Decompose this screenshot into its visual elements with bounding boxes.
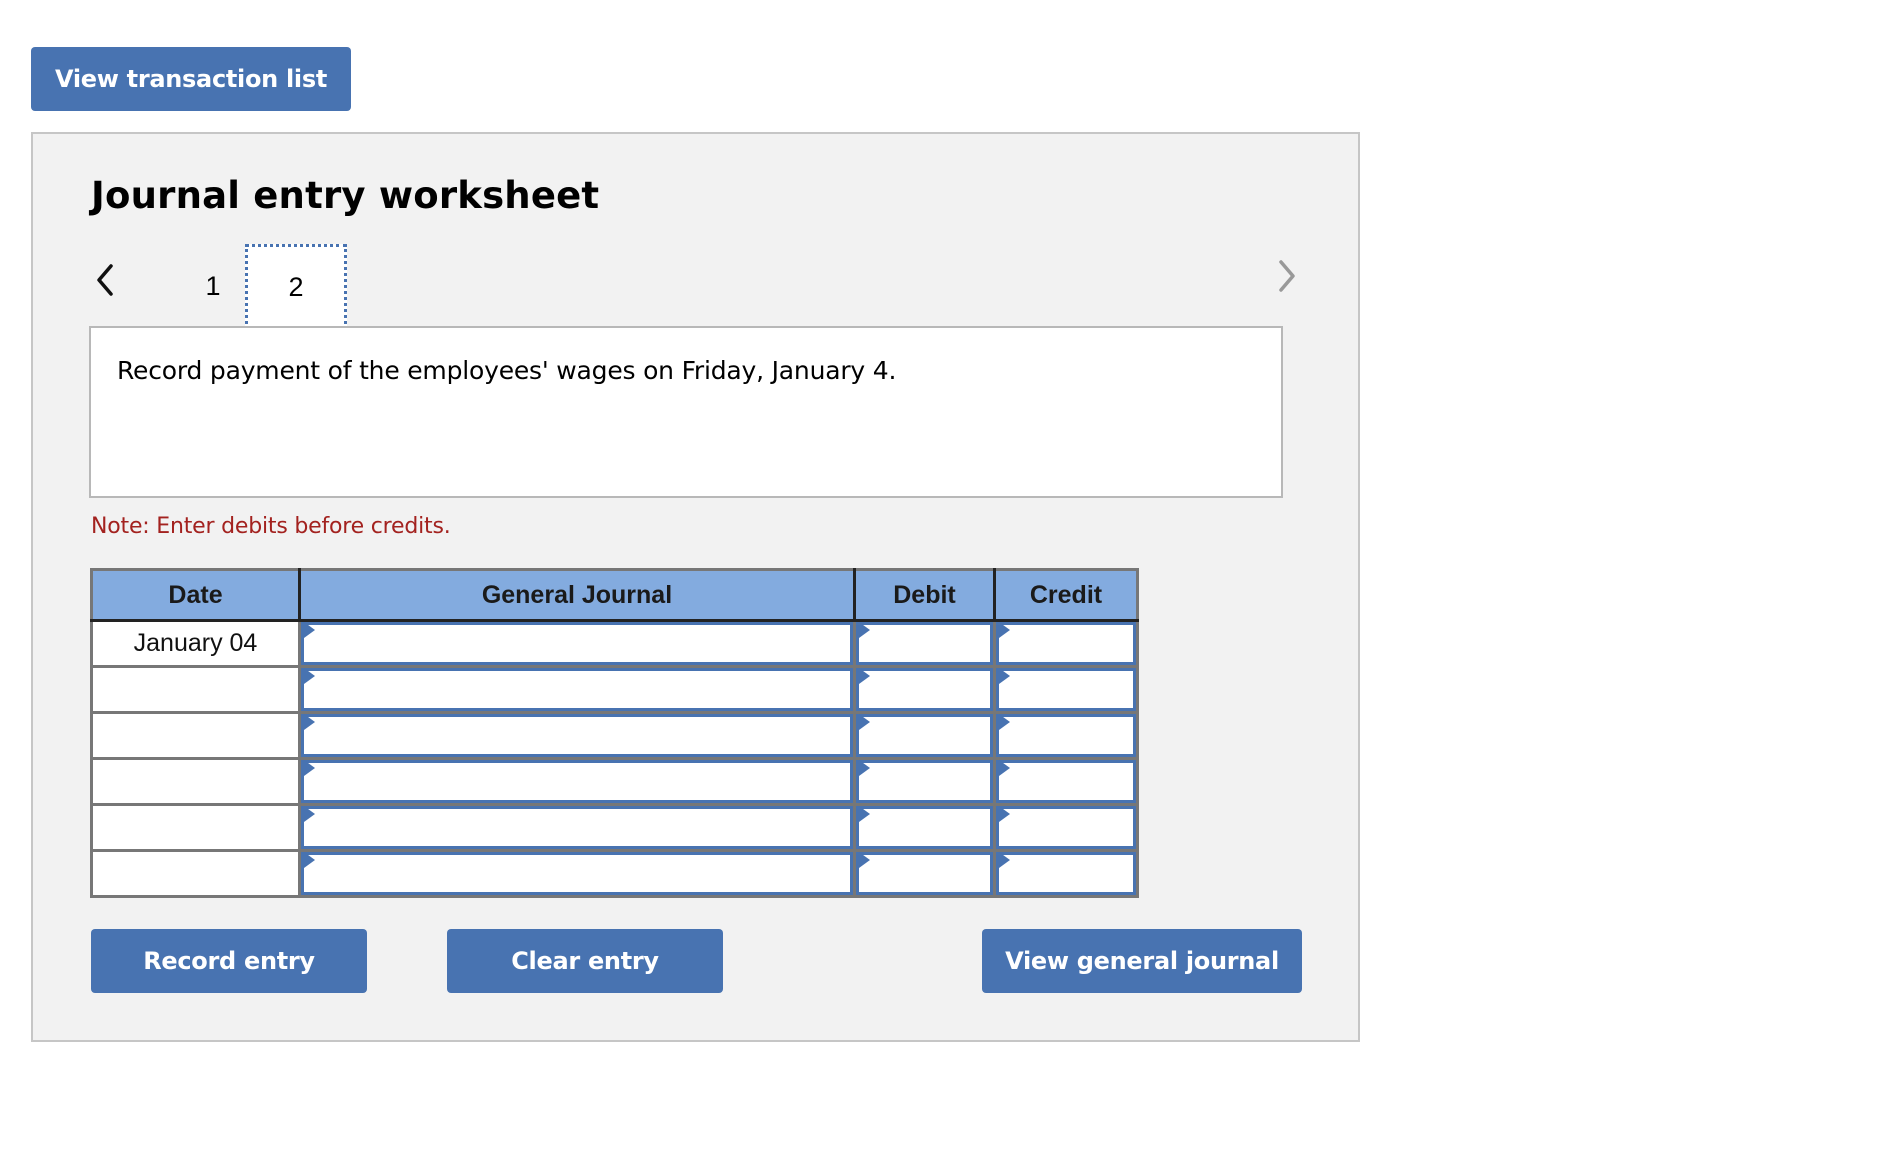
dropdown-marker-icon <box>304 806 315 822</box>
table-row <box>91 804 1138 852</box>
dropdown-marker-icon <box>999 806 1010 822</box>
dropdown-marker-icon <box>859 760 870 776</box>
account-cell <box>299 758 856 806</box>
view-transaction-list-button[interactable]: View transaction list <box>31 47 351 111</box>
credit-cell <box>994 712 1138 760</box>
account-input[interactable] <box>301 760 853 803</box>
dropdown-marker-icon <box>859 852 870 868</box>
account-input[interactable] <box>301 714 853 757</box>
date-cell <box>91 666 301 714</box>
dropdown-marker-icon <box>304 760 315 776</box>
credit-input[interactable] <box>996 668 1136 711</box>
account-cell <box>299 666 856 714</box>
header-credit: Credit <box>994 569 1138 622</box>
date-cell <box>91 804 301 852</box>
dropdown-marker-icon <box>304 852 315 868</box>
worksheet-title: Journal entry worksheet <box>91 174 600 217</box>
account-cell <box>299 620 856 668</box>
record-entry-button[interactable]: Record entry <box>91 929 367 993</box>
credit-input[interactable] <box>996 714 1136 757</box>
journal-entry-worksheet-panel: Journal entry worksheet 1 2 Record payme… <box>31 132 1360 1042</box>
credit-cell <box>994 804 1138 852</box>
credit-cell <box>994 758 1138 806</box>
debit-input[interactable] <box>856 622 993 665</box>
view-general-journal-button[interactable]: View general journal <box>982 929 1302 993</box>
table-row <box>91 850 1138 897</box>
debit-cell <box>854 666 996 714</box>
dropdown-marker-icon <box>859 668 870 684</box>
dropdown-marker-icon <box>859 806 870 822</box>
date-cell <box>91 712 301 760</box>
dropdown-marker-icon <box>304 622 315 638</box>
date-cell <box>91 850 301 897</box>
account-input[interactable] <box>301 668 853 711</box>
header-debit: Debit <box>854 569 996 622</box>
debit-input[interactable] <box>856 760 993 803</box>
date-cell <box>91 758 301 806</box>
credit-input[interactable] <box>996 852 1136 895</box>
table-row: January 04 <box>91 620 1138 668</box>
debit-cell <box>854 712 996 760</box>
credit-input[interactable] <box>996 806 1136 849</box>
debit-cell <box>854 758 996 806</box>
note-text: Note: Enter debits before credits. <box>91 514 451 539</box>
account-cell <box>299 804 856 852</box>
credit-cell <box>994 620 1138 668</box>
credit-cell <box>995 851 1138 897</box>
account-cell <box>299 712 856 760</box>
journal-table: Date General Journal Debit Credit Januar… <box>90 568 1139 898</box>
clear-entry-button[interactable]: Clear entry <box>447 929 723 993</box>
tab-2-active[interactable]: 2 <box>245 244 347 330</box>
debit-input[interactable] <box>856 852 993 895</box>
debit-input[interactable] <box>856 714 993 757</box>
chevron-left-icon[interactable] <box>91 260 121 300</box>
credit-input[interactable] <box>996 622 1136 665</box>
header-general-journal: General Journal <box>299 569 856 622</box>
dropdown-marker-icon <box>999 760 1010 776</box>
table-row <box>91 666 1138 714</box>
account-input[interactable] <box>301 622 853 665</box>
tab-1[interactable]: 1 <box>183 244 243 328</box>
dropdown-marker-icon <box>859 714 870 730</box>
table-header-row: Date General Journal Debit Credit <box>91 569 1138 622</box>
account-input[interactable] <box>301 852 853 895</box>
instruction-box: Record payment of the employees' wages o… <box>89 326 1283 498</box>
dropdown-marker-icon <box>999 668 1010 684</box>
dropdown-marker-icon <box>999 852 1010 868</box>
debit-cell <box>854 850 996 897</box>
debit-input[interactable] <box>856 806 993 849</box>
debit-input[interactable] <box>856 668 993 711</box>
dropdown-marker-icon <box>304 714 315 730</box>
dropdown-marker-icon <box>999 622 1010 638</box>
chevron-right-icon[interactable] <box>1271 256 1301 296</box>
table-row <box>91 758 1138 806</box>
account-input[interactable] <box>301 806 853 849</box>
debit-cell <box>854 620 996 668</box>
credit-cell <box>994 666 1138 714</box>
dropdown-marker-icon <box>999 714 1010 730</box>
instruction-text: Record payment of the employees' wages o… <box>117 356 897 385</box>
dropdown-marker-icon <box>859 622 870 638</box>
dropdown-marker-icon <box>304 668 315 684</box>
date-cell: January 04 <box>91 620 301 668</box>
credit-input[interactable] <box>996 760 1136 803</box>
table-row <box>91 712 1138 760</box>
header-date: Date <box>91 569 301 622</box>
debit-cell <box>854 804 996 852</box>
account-cell <box>299 850 856 897</box>
